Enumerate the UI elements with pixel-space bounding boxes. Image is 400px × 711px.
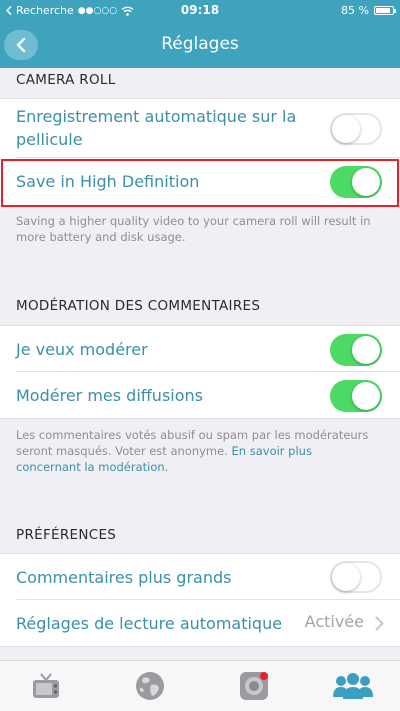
moderation-footnote: Les commentaires votés abusif ou spam pa…	[16, 427, 382, 475]
hd-toggle[interactable]	[330, 166, 382, 198]
moderate-broadcasts-toggle[interactable]	[330, 380, 382, 412]
moderate-toggle[interactable]	[330, 334, 382, 366]
bigger-comments-label: Commentaires plus grands	[16, 568, 232, 587]
learn-more-link[interactable]: En savoir plus	[232, 444, 312, 458]
hd-label: Save in High Definition	[16, 172, 200, 191]
row-autoplay[interactable]: Réglages de lecture automatique Activée	[0, 600, 400, 647]
section-header-moderation: MODÉRATION DES COMMENTAIRES	[16, 298, 261, 314]
toggle-knob	[332, 563, 360, 591]
moderation-footnote-text: seront masqués. Voter est anonyme.	[16, 444, 232, 458]
status-right: 85 %	[341, 4, 396, 17]
auto-save-label-line2: pellicule	[16, 130, 83, 149]
toggle-knob	[352, 382, 380, 410]
autoplay-value: Activée	[304, 612, 364, 631]
camera-icon	[240, 672, 268, 700]
moderate-label: Je veux modérer	[16, 340, 148, 359]
moderate-broadcasts-label: Modérer mes diffusions	[16, 386, 203, 405]
camera-roll-footnote-line1: Saving a higher quality video to your ca…	[16, 214, 371, 228]
camera-roll-footnote: Saving a higher quality video to your ca…	[16, 213, 382, 245]
row-moderate: Je veux modérer	[0, 325, 400, 372]
row-high-definition: Save in High Definition	[0, 158, 400, 206]
row-auto-save: Enregistrement automatique sur la pellic…	[0, 98, 400, 158]
section-header-preferences: PRÉFÉRENCES	[16, 527, 117, 543]
moderation-footnote-line1: Les commentaires votés abusif ou spam pa…	[16, 428, 369, 442]
battery-percent: 85 %	[341, 4, 369, 17]
camera-roll-footnote-line2: more battery and disk usage.	[16, 230, 186, 244]
row-bigger-comments: Commentaires plus grands	[0, 553, 400, 600]
auto-save-toggle[interactable]	[330, 113, 382, 145]
tab-bar	[0, 660, 400, 711]
nav-bar: Réglages	[0, 22, 400, 68]
autoplay-label: Réglages de lecture automatique	[16, 614, 283, 633]
toggle-knob	[332, 115, 360, 143]
page-title: Réglages	[161, 34, 239, 54]
tab-camera[interactable]	[236, 669, 272, 703]
bigger-comments-toggle[interactable]	[330, 561, 382, 593]
people-icon	[333, 673, 373, 699]
auto-save-label-line1: Enregistrement automatique sur la	[16, 107, 297, 126]
toggle-knob	[352, 168, 380, 196]
battery-fill	[376, 8, 390, 13]
status-time: 09:18	[180, 3, 220, 17]
status-bar: Recherche ●●○○○ 09:18 85 %	[0, 0, 400, 22]
moderation-footnote-line2: seront masqués. Voter est anonyme. En sa…	[16, 443, 382, 459]
auto-save-label: Enregistrement automatique sur la pellic…	[16, 105, 296, 151]
tab-globe[interactable]	[132, 669, 168, 703]
section-header-camera-roll: CAMERA ROLL	[16, 72, 116, 88]
tab-people[interactable]	[332, 669, 374, 703]
globe-icon	[136, 672, 164, 700]
chevron-right-icon	[375, 616, 384, 631]
tv-icon	[33, 673, 59, 698]
row-moderate-broadcasts: Modérer mes diffusions	[0, 372, 400, 419]
tab-tv[interactable]	[28, 669, 64, 703]
battery-icon	[374, 6, 396, 15]
toggle-knob	[352, 336, 380, 364]
learn-more-link-continued[interactable]: concernant la modération.	[16, 459, 382, 475]
